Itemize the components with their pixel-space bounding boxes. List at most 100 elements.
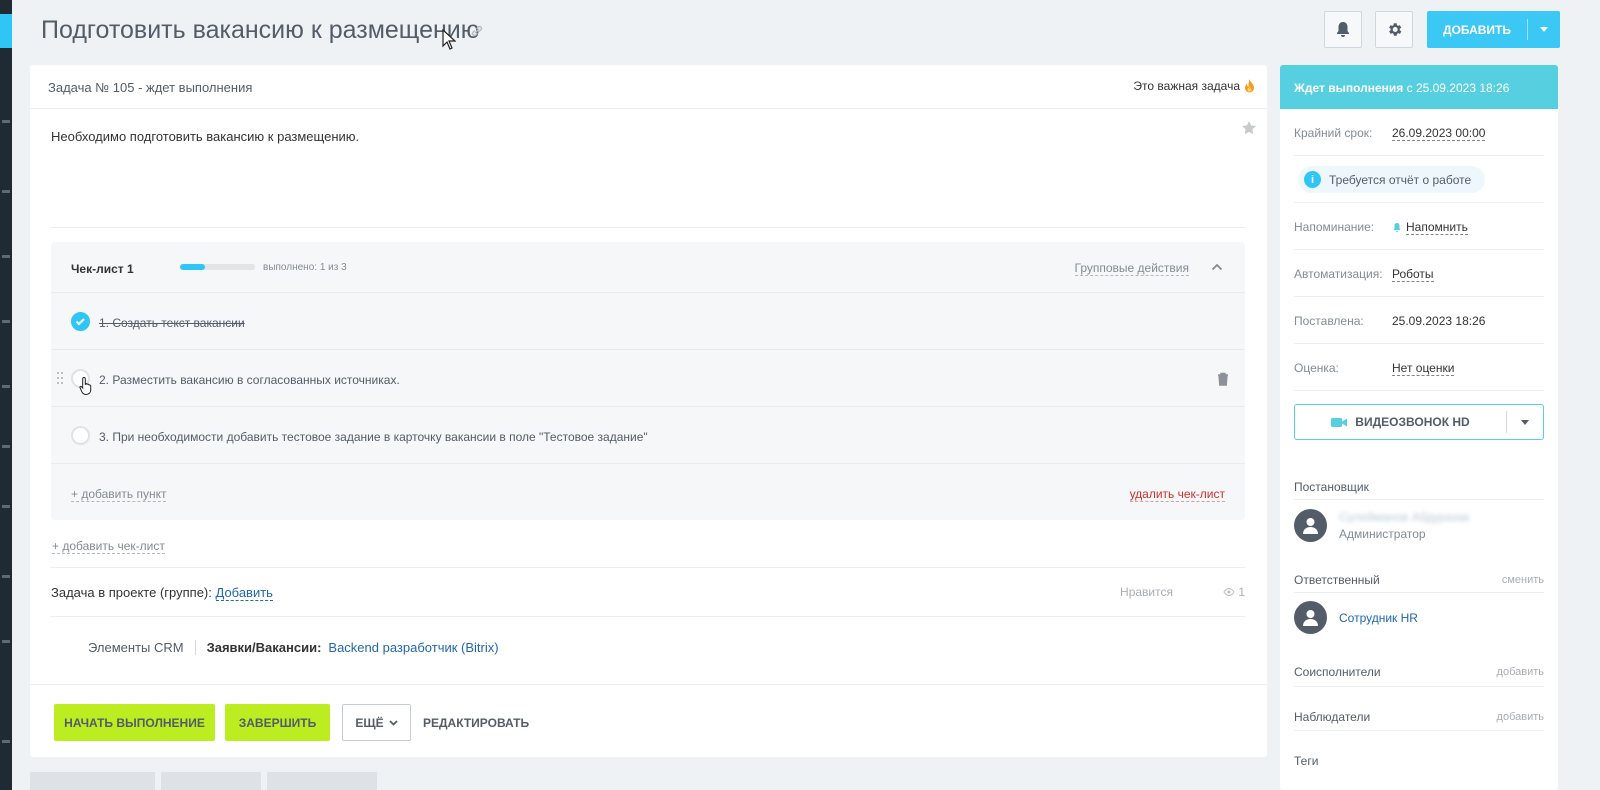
drag-handle-icon[interactable] xyxy=(57,372,63,384)
checkbox-unchecked[interactable] xyxy=(71,426,90,445)
left-menu-active-item[interactable] xyxy=(0,14,12,48)
views-count: 1 xyxy=(1238,585,1245,599)
coexecutors-title: Соисполнители xyxy=(1294,665,1381,679)
star-icon[interactable] xyxy=(1241,120,1257,136)
report-required-badge[interactable]: i Требуется отчёт о работе xyxy=(1298,166,1486,193)
finish-button[interactable]: ЗАВЕРШИТЬ xyxy=(225,704,330,741)
automation-row: Автоматизация: Роботы xyxy=(1294,250,1544,297)
automation-value[interactable]: Роботы xyxy=(1392,267,1434,282)
left-menu-marker xyxy=(2,120,10,123)
like-label: Нравится xyxy=(1120,585,1173,599)
crm-link[interactable]: Backend разработчик (Bitrix) xyxy=(328,640,498,655)
chevron-up-icon[interactable] xyxy=(1211,261,1223,273)
delete-checklist-link[interactable]: удалить чек-лист xyxy=(1129,487,1225,502)
status-since: с 25.09.2023 18:26 xyxy=(1406,81,1510,95)
report-row: i Требуется отчёт о работе xyxy=(1294,156,1544,203)
info-icon: i xyxy=(1304,171,1321,188)
rating-label: Оценка: xyxy=(1294,361,1339,375)
crm-type: Заявки/Вакансии: xyxy=(206,640,322,655)
add-checklist-label: + добавить чек-лист xyxy=(52,539,165,554)
video-call-button[interactable]: ВИДЕОЗВОНОК HD xyxy=(1294,404,1544,440)
checklist-title: Чек-лист 1 xyxy=(71,262,134,276)
hand-cursor-icon xyxy=(79,376,92,396)
avatar xyxy=(1294,601,1327,634)
checkmark-icon xyxy=(75,318,85,326)
important-task-label: Это важная задача xyxy=(1133,79,1240,93)
add-checklist-item-label: + добавить пункт xyxy=(71,487,167,502)
rating-value[interactable]: Нет оценки xyxy=(1392,361,1455,376)
more-button[interactable]: ЕЩЁ xyxy=(342,704,411,741)
trash-icon[interactable] xyxy=(1217,372,1229,386)
page-header: Подготовить вакансию к размещению ДОБАВИ… xyxy=(12,0,1600,62)
divider xyxy=(1294,730,1544,731)
divider xyxy=(50,616,1245,617)
checklist-progress-fill xyxy=(180,264,205,270)
video-call-dropdown[interactable] xyxy=(1507,419,1543,425)
created-row: Поставлена: 25.09.2023 18:26 xyxy=(1294,297,1544,344)
checklist-footer: + добавить пункт удалить чек-лист xyxy=(51,470,1245,520)
notifications-button[interactable] xyxy=(1324,11,1362,48)
left-menu-marker xyxy=(2,445,10,448)
checklist: Чек-лист 1 выполнено: 1 из 3 Групповые д… xyxy=(51,242,1245,520)
change-responsible-link[interactable]: сменить xyxy=(1502,574,1544,586)
creator-title: Постановщик xyxy=(1294,480,1369,494)
like-button[interactable]: Нравится xyxy=(1120,585,1229,599)
checklist-done-count: выполнено: 1 из 3 xyxy=(263,262,347,273)
left-menu-marker xyxy=(2,575,10,578)
checklist-header: Чек-лист 1 выполнено: 1 из 3 Групповые д… xyxy=(51,242,1245,293)
crm-label: Элементы CRM xyxy=(88,640,196,655)
tags-title: Теги xyxy=(1294,754,1319,768)
report-required-label: Требуется отчёт о работе xyxy=(1329,172,1472,187)
left-menu-marker xyxy=(2,640,10,643)
reminder-label: Напоминание: xyxy=(1294,220,1375,234)
checklist-item-text: 3. При необходимости добавить тестовое з… xyxy=(99,430,648,444)
add-checklist-item-link[interactable]: + добавить пункт xyxy=(71,487,167,502)
avatar xyxy=(1294,509,1327,542)
project-add-link[interactable]: Добавить xyxy=(215,585,273,601)
checklist-item[interactable]: 3. При необходимости добавить тестовое з… xyxy=(51,407,1245,464)
checklist-item[interactable]: 2. Разместить вакансию в согласованных и… xyxy=(51,350,1245,407)
creator-name[interactable]: Сулейманов Абдуразак xyxy=(1339,510,1470,524)
responsible-user[interactable]: Сотрудник HR xyxy=(1294,601,1418,634)
deadline-label: Крайний срок: xyxy=(1294,126,1373,140)
task-project: Задача в проекте (группе): Добавить xyxy=(51,585,273,601)
divider xyxy=(50,227,1245,228)
reminder-link[interactable]: Напомнить xyxy=(1392,220,1468,235)
gear-icon xyxy=(1388,23,1401,36)
deadline-value[interactable]: 26.09.2023 00:00 xyxy=(1392,126,1486,141)
responsible-title: Ответственный xyxy=(1294,573,1380,587)
responsible-name[interactable]: Сотрудник HR xyxy=(1339,611,1418,625)
video-call-label: ВИДЕОЗВОНОК HD xyxy=(1355,415,1470,429)
checklist-item-text: 2. Разместить вакансию в согласованных и… xyxy=(99,373,400,387)
user-icon xyxy=(1303,518,1318,534)
deadline-row: Крайний срок: 26.09.2023 00:00 xyxy=(1294,109,1544,156)
creator-role: Администратор xyxy=(1339,527,1426,541)
status-bar: Ждет выполнения с 25.09.2023 18:26 xyxy=(1280,65,1558,109)
caret-down-icon xyxy=(1540,27,1548,32)
checklist-item[interactable]: 1. Создать текст вакансии xyxy=(51,293,1245,350)
views-counter: 1 xyxy=(1223,585,1245,599)
checkbox-checked[interactable] xyxy=(71,312,90,331)
divider xyxy=(1294,686,1544,687)
task-card: Задача № 105 - ждет выполнения Это важна… xyxy=(30,65,1267,757)
bell-small-icon xyxy=(1393,223,1401,232)
add-coexecutor-link[interactable]: добавить xyxy=(1497,666,1544,678)
add-dropdown-toggle[interactable] xyxy=(1528,27,1560,32)
status-label: Ждет выполнения xyxy=(1294,81,1404,95)
start-button[interactable]: НАЧАТЬ ВЫПОЛНЕНИЕ xyxy=(54,704,215,741)
reminder-value: Напомнить xyxy=(1406,220,1468,235)
divider xyxy=(1294,499,1544,500)
link-icon[interactable] xyxy=(470,24,484,38)
task-sidebar: Ждет выполнения с 25.09.2023 18:26 Крайн… xyxy=(1280,65,1558,790)
important-task-toggle[interactable]: Это важная задача xyxy=(1133,79,1255,93)
add-checklist-link[interactable]: + добавить чек-лист xyxy=(52,539,165,554)
edit-button[interactable]: РЕДАКТИРОВАТЬ xyxy=(423,716,529,730)
add-observer-link[interactable]: добавить xyxy=(1497,711,1544,723)
creator-user[interactable]: Сулейманов Абдуразак Администратор xyxy=(1294,509,1470,542)
group-actions-link[interactable]: Групповые действия xyxy=(1074,261,1189,276)
add-button[interactable]: ДОБАВИТЬ xyxy=(1427,11,1560,48)
settings-button[interactable] xyxy=(1375,11,1413,48)
video-call-main[interactable]: ВИДЕОЗВОНОК HD xyxy=(1295,415,1506,429)
task-heading: Задача № 105 - ждет выполнения xyxy=(48,80,253,95)
crm-elements: Элементы CRM Заявки/Вакансии: Backend ра… xyxy=(88,640,499,655)
